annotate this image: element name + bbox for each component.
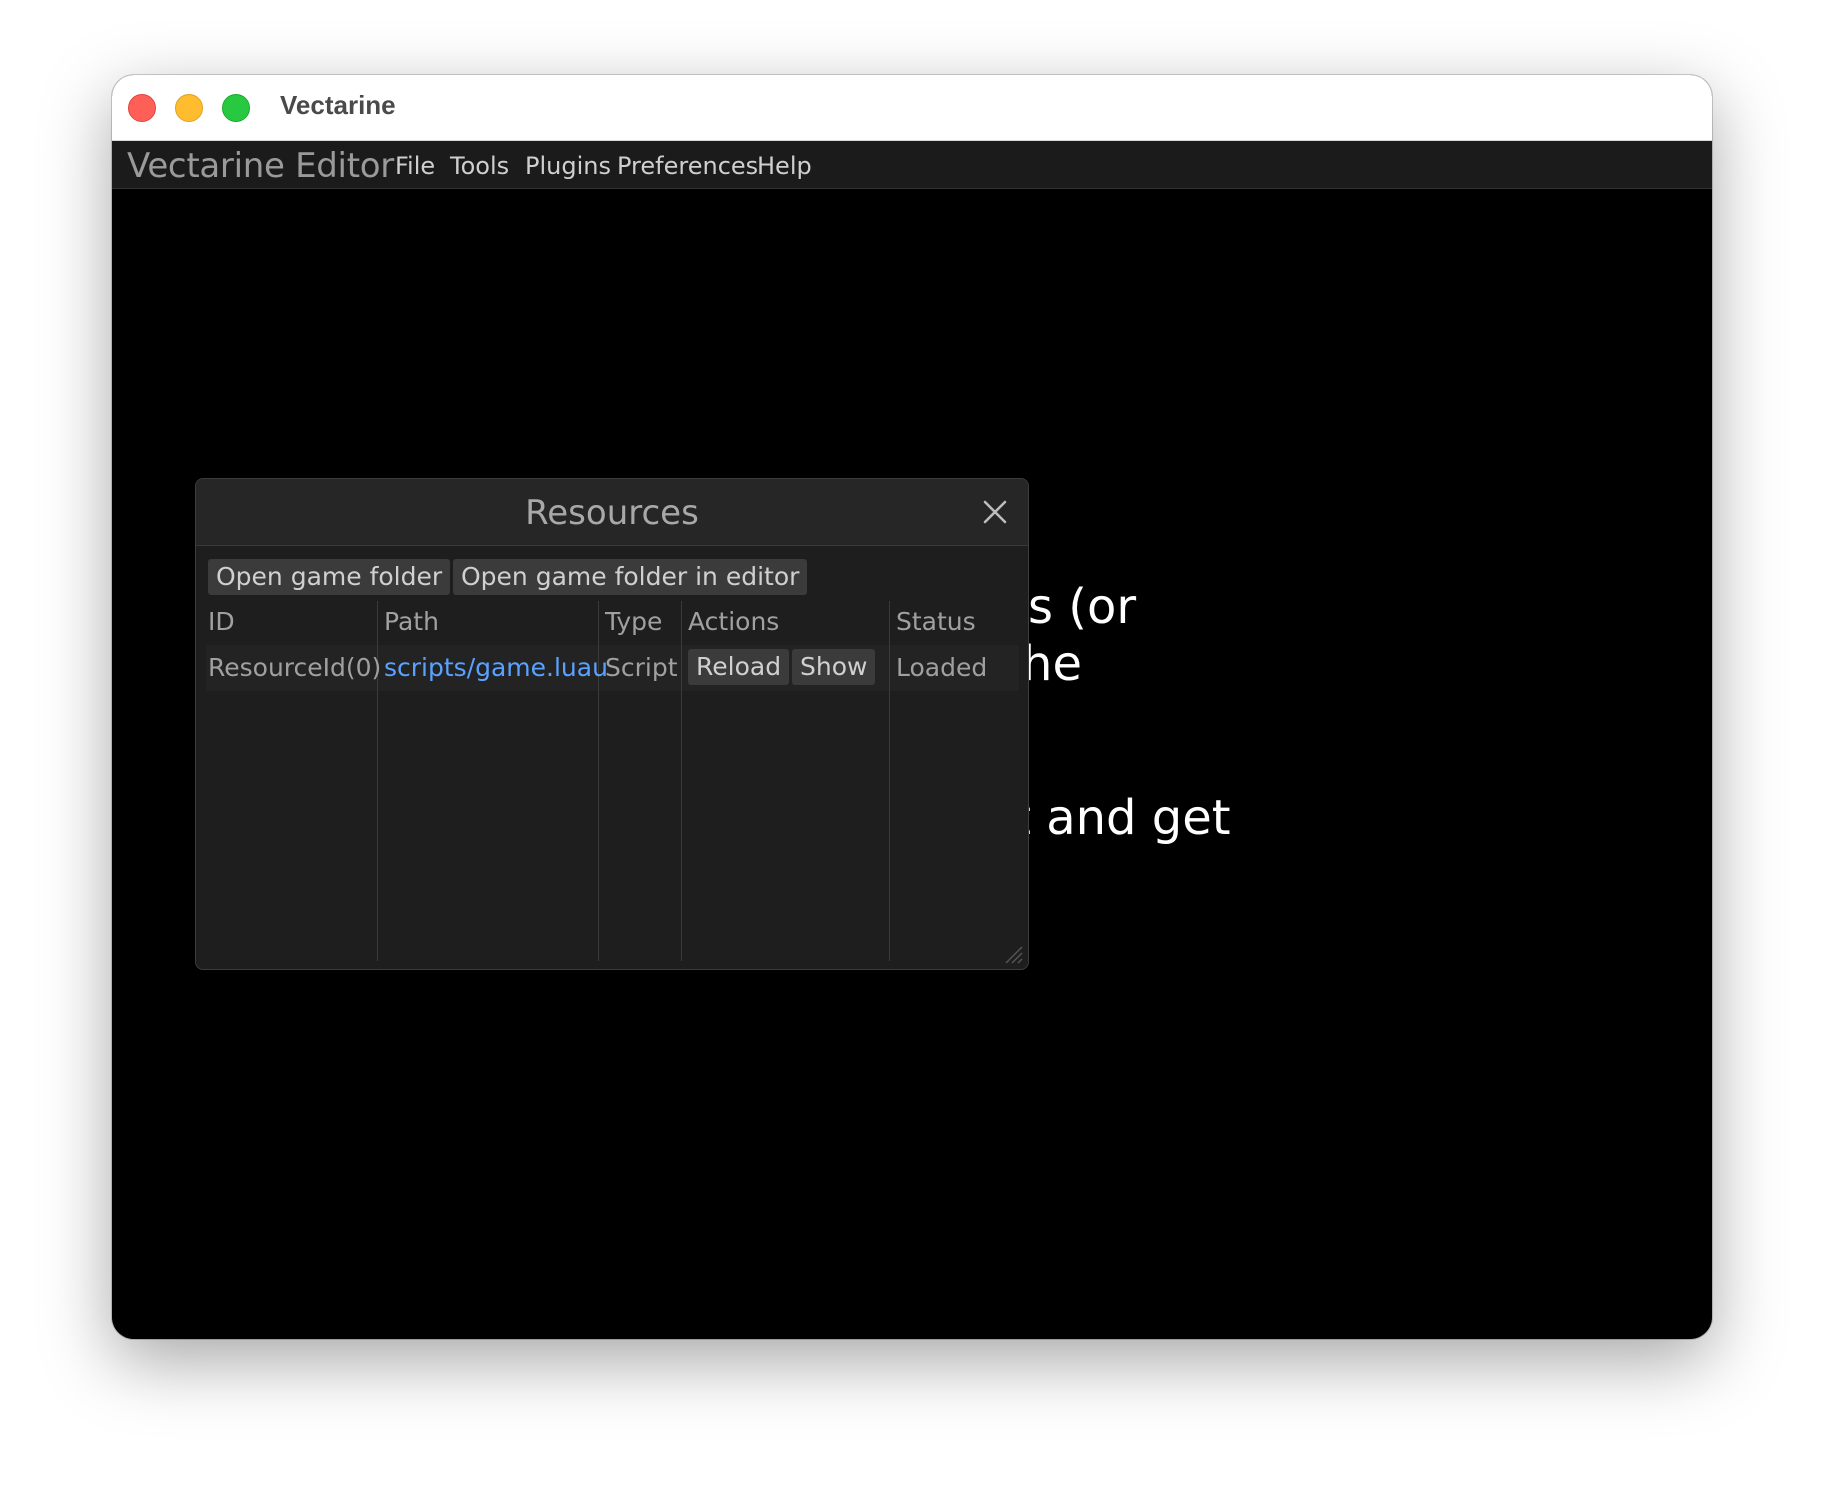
menu-tools[interactable]: Tools	[450, 152, 509, 180]
close-icon[interactable]	[982, 499, 1008, 525]
menu-preferences[interactable]: Preferences	[617, 152, 758, 180]
menu-file[interactable]: File	[395, 152, 435, 180]
column-header-id: ID	[208, 607, 235, 636]
resource-path-link[interactable]: scripts/game.luau	[384, 653, 608, 682]
column-divider	[889, 601, 890, 961]
reload-button[interactable]: Reload	[688, 649, 790, 685]
app-window: Vectarine Vectarine Editor File Tools Pl…	[112, 75, 1712, 1339]
zoom-window-button[interactable]	[222, 94, 250, 122]
app-name-label: Vectarine Editor	[127, 146, 394, 186]
column-header-path: Path	[384, 607, 439, 636]
resource-id-cell: ResourceId(0)	[208, 653, 382, 682]
resource-type-cell: Script	[605, 653, 678, 682]
game-canvas[interactable]: urces (or en the From there, click on ga…	[112, 189, 1712, 1339]
column-header-actions: Actions	[688, 607, 780, 636]
title-bar: Vectarine	[112, 75, 1712, 141]
resource-status-cell: Loaded	[896, 653, 988, 682]
column-header-type: Type	[605, 607, 663, 636]
menu-bar: Vectarine Editor File Tools Plugins Pref…	[112, 141, 1712, 189]
show-button[interactable]: Show	[792, 649, 876, 685]
open-game-folder-in-editor-button[interactable]: Open game folder in editor	[453, 559, 808, 595]
open-game-folder-button[interactable]: Open game folder	[208, 559, 451, 595]
close-window-button[interactable]	[128, 94, 156, 122]
column-divider	[681, 601, 682, 961]
minimize-window-button[interactable]	[175, 94, 203, 122]
menu-help[interactable]: Help	[757, 152, 812, 180]
resize-grip-icon[interactable]	[1000, 941, 1024, 965]
window-title: Vectarine	[280, 90, 396, 120]
resources-panel: Resources Open game folder Open game fol…	[195, 478, 1029, 970]
panel-title: Resources	[525, 493, 699, 533]
panel-header[interactable]: Resources	[196, 479, 1028, 546]
menu-plugins[interactable]: Plugins	[525, 152, 611, 180]
column-header-status: Status	[896, 607, 976, 636]
